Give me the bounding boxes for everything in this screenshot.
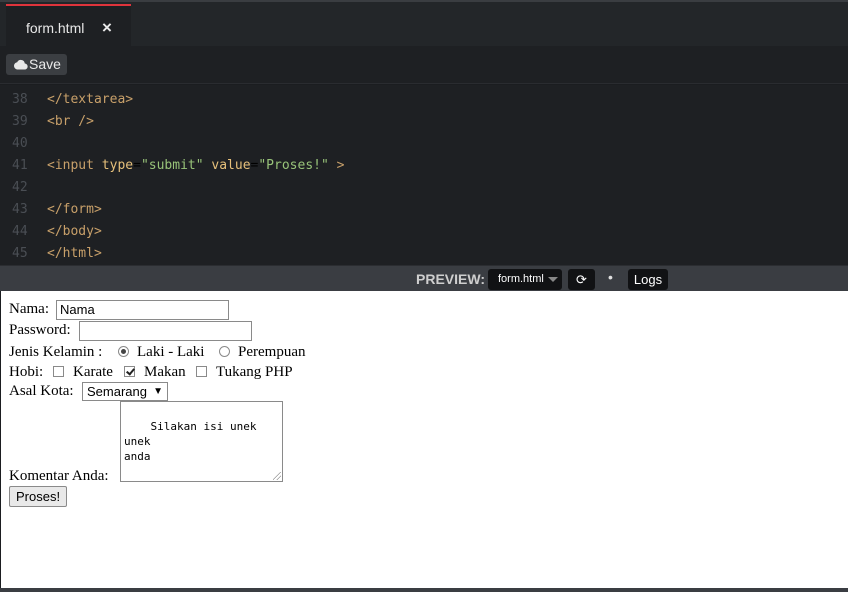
code-text: </body> bbox=[47, 224, 102, 239]
hobi-label: Hobi: bbox=[9, 364, 44, 380]
preview-bar: PREVIEW: form.html ⟳ • Logs bbox=[0, 265, 848, 291]
line-number: 42 bbox=[12, 180, 28, 195]
tab-form-html[interactable]: form.html × bbox=[6, 4, 131, 48]
code-text-highlighted: <input type="submit" value="Proses!" > bbox=[47, 158, 345, 173]
nama-label: Nama: bbox=[9, 301, 49, 317]
kota-select[interactable]: Semarang ▼ bbox=[82, 382, 168, 401]
line-number: 40 bbox=[12, 136, 28, 151]
checkbox-tukang-php[interactable] bbox=[196, 366, 207, 377]
radio-laki-laki-label: Laki - Laki bbox=[137, 344, 205, 360]
code-line: 40 bbox=[0, 133, 848, 155]
chevron-down-icon bbox=[548, 277, 558, 282]
save-label: Save bbox=[29, 56, 61, 72]
code-line: 39 <br /> bbox=[0, 111, 848, 133]
komentar-text: Silakan isi unek unek anda bbox=[124, 420, 257, 463]
radio-laki-laki[interactable] bbox=[118, 346, 129, 357]
code-line: 44 </body> bbox=[0, 221, 848, 243]
line-number: 39 bbox=[12, 114, 28, 129]
gender-label: Jenis Kelamin : bbox=[9, 344, 103, 360]
code-line: 43 </form> bbox=[0, 199, 848, 221]
preview-file-name: form.html bbox=[498, 273, 544, 285]
resize-grip-icon[interactable] bbox=[273, 472, 281, 480]
chevron-down-icon: ▼ bbox=[153, 386, 163, 397]
code-text: </html> bbox=[47, 246, 102, 261]
code-text: </textarea> bbox=[47, 92, 134, 107]
submit-button[interactable]: Proses! bbox=[9, 486, 68, 507]
separator-dot: • bbox=[608, 269, 613, 285]
cloud-icon bbox=[13, 59, 28, 70]
editor-toolbar: Save bbox=[0, 46, 848, 84]
password-input[interactable] bbox=[79, 321, 252, 341]
line-number: 43 bbox=[12, 202, 28, 217]
code-text: <br /> bbox=[47, 114, 94, 129]
nama-input[interactable]: Nama bbox=[56, 300, 229, 320]
code-line: 41 <input type="submit" value="Proses!" … bbox=[0, 155, 848, 177]
save-button[interactable]: Save bbox=[6, 54, 67, 75]
checkbox-makan-label: Makan bbox=[144, 364, 186, 380]
line-number: 44 bbox=[12, 224, 28, 239]
kota-select-value: Semarang bbox=[87, 384, 147, 399]
radio-perempuan[interactable] bbox=[219, 346, 230, 357]
line-number: 38 bbox=[12, 92, 28, 107]
radio-perempuan-label: Perempuan bbox=[238, 344, 306, 360]
bottom-border bbox=[0, 588, 848, 592]
code-line: 45 </html> bbox=[0, 243, 848, 265]
refresh-button[interactable]: ⟳ bbox=[568, 269, 595, 290]
code-line: 42 bbox=[0, 177, 848, 199]
line-number: 41 bbox=[12, 158, 28, 173]
code-editor[interactable]: 38 </textarea> 39 <br /> 40 41 <input ty… bbox=[0, 85, 848, 265]
preview-pane: Nama: Nama Password: Jenis Kelamin : Lak… bbox=[1, 291, 848, 588]
preview-label: PREVIEW: bbox=[416, 271, 485, 287]
checkbox-makan[interactable] bbox=[124, 366, 135, 377]
code-line: 38 </textarea> bbox=[0, 89, 848, 111]
tab-label: form.html bbox=[26, 20, 85, 36]
line-number: 45 bbox=[12, 246, 28, 261]
checkbox-tukang-php-label: Tukang PHP bbox=[216, 364, 293, 380]
tab-bar: form.html × bbox=[0, 0, 848, 48]
refresh-icon: ⟳ bbox=[576, 272, 587, 287]
checkbox-karate-label: Karate bbox=[73, 364, 113, 380]
kota-label: Asal Kota: bbox=[9, 383, 74, 399]
code-text: </form> bbox=[47, 202, 102, 217]
checkbox-karate[interactable] bbox=[53, 366, 64, 377]
komentar-label: Komentar Anda: bbox=[9, 468, 109, 484]
password-label: Password: bbox=[9, 322, 71, 338]
komentar-textarea[interactable]: Silakan isi unek unek anda bbox=[120, 401, 283, 482]
logs-button[interactable]: Logs bbox=[628, 269, 668, 290]
close-icon[interactable]: × bbox=[102, 19, 112, 36]
preview-file-select[interactable]: form.html bbox=[488, 269, 562, 290]
